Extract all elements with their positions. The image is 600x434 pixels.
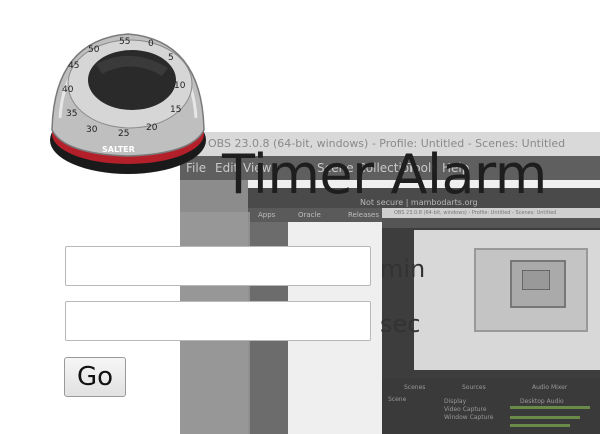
go-button[interactable]: Go (64, 357, 126, 397)
seconds-input[interactable] (65, 301, 371, 341)
minutes-input[interactable] (65, 246, 371, 286)
audio-meter (510, 406, 590, 409)
dial-number: 25 (118, 129, 129, 139)
seconds-unit-label: sec (380, 310, 421, 338)
source-list-item: Window Capture (444, 414, 494, 421)
scene-list-item: Scene (388, 396, 407, 403)
dial-number: 10 (174, 81, 186, 91)
nested-obs-docks: Scenes Sources Audio Mixer Scene Display… (382, 378, 600, 434)
dial-number: 5 (168, 53, 174, 63)
dial-number: 35 (66, 109, 77, 119)
mixer-item: Desktop Audio (520, 398, 564, 405)
source-list-item: Video Capture (444, 406, 487, 413)
recursive-frame (522, 270, 550, 290)
bookmark-item: Releases (348, 211, 379, 219)
timer-brand-label: SALTER (102, 145, 135, 154)
dial-number: 50 (88, 45, 100, 55)
dial-number: 40 (62, 85, 74, 95)
nested-obs-menu (382, 218, 600, 228)
dial-number: 20 (146, 123, 158, 133)
nested-obs-title: OBS 23.0.8 (64-bit, windows) - Profile: … (382, 208, 600, 218)
page-title: Timer Alarm (222, 143, 547, 206)
dock-header-mixer: Audio Mixer (532, 384, 568, 391)
source-list-item: Display (444, 398, 467, 405)
kitchen-timer-icon: 55 0 5 10 15 20 25 30 35 40 45 50 SALTER (50, 33, 206, 174)
audio-meter (510, 424, 570, 427)
dial-number: 0 (148, 39, 154, 49)
minutes-unit-label: min (380, 255, 426, 283)
dial-number: 45 (68, 61, 79, 71)
bookmark-item: Apps (258, 211, 276, 219)
dock-header-scenes: Scenes (404, 384, 426, 391)
dial-number: 55 (119, 37, 130, 47)
audio-meter (510, 416, 580, 419)
nested-obs-title-text: OBS 23.0.8 (64-bit, windows) - Profile: … (394, 210, 557, 216)
dial-number: 30 (86, 125, 98, 135)
dial-number: 15 (170, 105, 181, 115)
bookmark-item: Oracle (298, 211, 321, 219)
dock-header-sources: Sources (462, 384, 486, 391)
